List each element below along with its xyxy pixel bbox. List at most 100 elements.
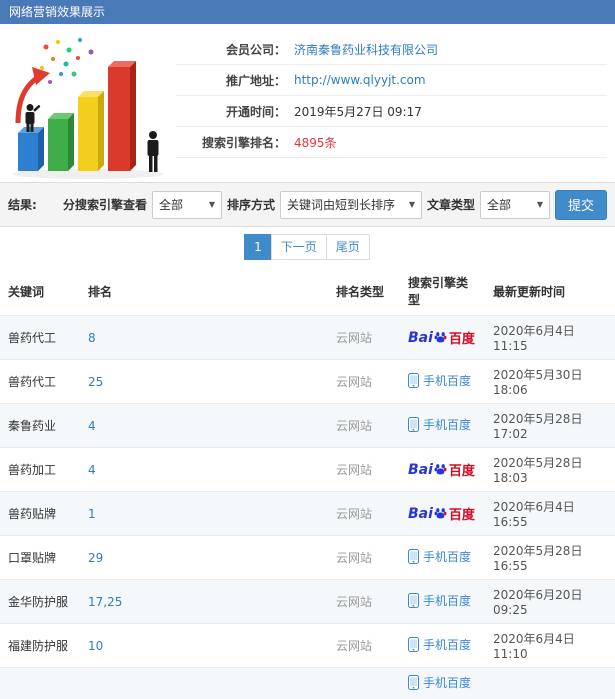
rank-type-cell: 云网站 [328, 360, 400, 404]
chevron-down-icon: ▼ [201, 200, 215, 209]
rank-link[interactable]: 10 [88, 639, 103, 653]
update-time-cell: 2020年6月4日 11:10 [485, 624, 615, 668]
table-header-row: 关键词排名排名类型搜索引擎类型最新更新时间 [0, 267, 615, 316]
table-row: 秦鲁药业4云网站手机百度2020年5月28日 17:02 [0, 404, 615, 448]
mobile-baidu-label: 手机百度 [423, 592, 471, 609]
mobile-baidu-badge: 手机百度 [408, 372, 471, 389]
column-header: 搜索引擎类型 [400, 267, 485, 316]
baidu-paw-icon [434, 507, 447, 520]
filter-bar: 结果: 分搜索引擎查看 全部 ▼ 排序方式 关键词由短到长排序 ▼ 文章类型 全… [0, 182, 615, 227]
mobile-baidu-label: 手机百度 [423, 548, 471, 565]
rank-link[interactable]: 8 [88, 331, 96, 345]
rank-cell: 17,25 [80, 580, 328, 624]
member-company-row: 会员公司： 济南秦鲁药业科技有限公司 [176, 34, 607, 65]
table-row: 口罩贴牌 29 云网站 手机百度 2020年5月28日 16:55 [0, 536, 615, 580]
window-titlebar: 网络营销效果展示 [0, 0, 615, 24]
rank-link[interactable]: 1 [88, 507, 96, 521]
pagination: 1 下一页 尾页 [0, 227, 615, 267]
update-time-cell: 2020年5月30日 18:06 [485, 360, 615, 404]
engine-cell: 手机百度 [400, 360, 485, 404]
keyword-cell: 福建防护服 [0, 624, 80, 668]
rank-type-cell: 云网站 [328, 492, 400, 536]
keyword-cell [0, 668, 80, 699]
phone-icon [408, 373, 419, 388]
column-header: 排名类型 [328, 267, 400, 316]
next-page-button[interactable]: 下一页 [271, 234, 327, 260]
keyword-cell: 口罩贴牌 [0, 536, 80, 580]
update-time-cell: 2020年6月4日 11:15 [485, 316, 615, 360]
update-time-cell: 2020年5月28日 18:03 [485, 448, 615, 492]
keyword-cell: 兽药贴牌 [0, 492, 80, 536]
submit-button[interactable]: 提交 [555, 190, 607, 220]
baidu-paw-icon [434, 331, 447, 344]
page-1-button[interactable]: 1 [244, 234, 272, 260]
engine-cell: Bai百度 [400, 492, 485, 536]
engine-select[interactable]: 全部 ▼ [152, 191, 222, 219]
baidu-logo-icon: Bai百度 [408, 328, 475, 347]
promo-url-label: 推广地址： [176, 72, 286, 89]
article-type-select[interactable]: 全部 ▼ [480, 191, 550, 219]
rank-cell: 10 [80, 624, 328, 668]
table-row: 兽药代工8云网站Bai百度2020年6月4日 11:15 [0, 316, 615, 360]
table-row: 兽药加工4云网站Bai百度2020年5月28日 18:03 [0, 448, 615, 492]
update-time-cell: 2020年6月4日 16:55 [485, 492, 615, 536]
last-page-button[interactable]: 尾页 [326, 234, 370, 260]
chevron-down-icon: ▼ [529, 200, 543, 209]
bar-chart-clipart-image [4, 30, 176, 182]
rank-link[interactable]: 4 [88, 463, 96, 477]
engine-rank-label: 搜索引擎排名： [176, 134, 286, 151]
results-label: 结果: [8, 196, 37, 213]
open-time-row: 开通时间： 2019年5月27日 09:17 [176, 96, 607, 127]
engine-cell: Bai百度 [400, 448, 485, 492]
rank-link[interactable]: 25 [88, 375, 103, 389]
engine-cell: 手机百度 [400, 536, 485, 580]
engine-cell: 手机百度 [400, 404, 485, 448]
member-summary-section: 会员公司： 济南秦鲁药业科技有限公司 推广地址： http://www.qlyy… [0, 24, 615, 182]
column-header: 排名 [80, 267, 328, 316]
member-company-label: 会员公司： [176, 41, 286, 58]
sort-label: 排序方式 [227, 196, 275, 213]
baidu-paw-icon [434, 463, 447, 476]
table-row: 福建防护服 10 云网站 手机百度 2020年6月4日 11:10 [0, 624, 615, 668]
baidu-logo-icon: Bai百度 [408, 504, 475, 523]
update-time-cell: 2020年5月28日 16:55 [485, 536, 615, 580]
mobile-baidu-label: 手机百度 [423, 674, 471, 691]
mobile-baidu-badge: 手机百度 [408, 636, 471, 653]
member-info: 会员公司： 济南秦鲁药业科技有限公司 推广地址： http://www.qlyy… [176, 30, 607, 182]
sort-select[interactable]: 关键词由短到长排序 ▼ [280, 191, 422, 219]
rank-type-cell: 云网站 [328, 624, 400, 668]
rank-cell: 4 [80, 404, 328, 448]
chevron-down-icon: ▼ [401, 200, 415, 209]
rank-cell [80, 668, 328, 699]
promo-url-row: 推广地址： http://www.qlyyjt.com [176, 65, 607, 96]
baidu-logo-icon: Bai百度 [408, 460, 475, 479]
keyword-cell: 秦鲁药业 [0, 404, 80, 448]
phone-icon [408, 549, 419, 564]
table-row: 金华防护服17,25云网站手机百度2020年6月20日 09:25 [0, 580, 615, 624]
mobile-baidu-label: 手机百度 [423, 372, 471, 389]
mobile-baidu-badge: 手机百度 [408, 674, 471, 691]
engine-filter-label: 分搜索引擎查看 [63, 196, 147, 213]
rank-type-cell: 云网站 [328, 580, 400, 624]
open-time-label: 开通时间： [176, 103, 286, 120]
rank-link[interactable]: 17,25 [88, 595, 122, 609]
mobile-baidu-badge: 手机百度 [408, 548, 471, 565]
update-time-cell: 2020年6月20日 09:25 [485, 580, 615, 624]
rank-link[interactable]: 29 [88, 551, 103, 565]
rank-cell: 1 [80, 492, 328, 536]
engine-select-value: 全部 [159, 196, 183, 213]
keyword-cell: 兽药加工 [0, 448, 80, 492]
mobile-baidu-label: 手机百度 [423, 636, 471, 653]
rank-link[interactable]: 4 [88, 419, 96, 433]
member-company-link[interactable]: 济南秦鲁药业科技有限公司 [286, 41, 438, 58]
mobile-baidu-badge: 手机百度 [408, 592, 471, 609]
promo-url-link[interactable]: http://www.qlyyjt.com [286, 73, 426, 87]
article-select-value: 全部 [487, 196, 511, 213]
engine-cell: 手机百度 [400, 624, 485, 668]
rank-type-cell: 云网站 [328, 536, 400, 580]
rank-cell: 8 [80, 316, 328, 360]
mobile-baidu-label: 手机百度 [423, 416, 471, 433]
phone-icon [408, 637, 419, 652]
table-row: 兽药贴牌 1 云网站 Bai百度 2020年6月4日 16:55 [0, 492, 615, 536]
rank-type-cell [328, 668, 400, 699]
